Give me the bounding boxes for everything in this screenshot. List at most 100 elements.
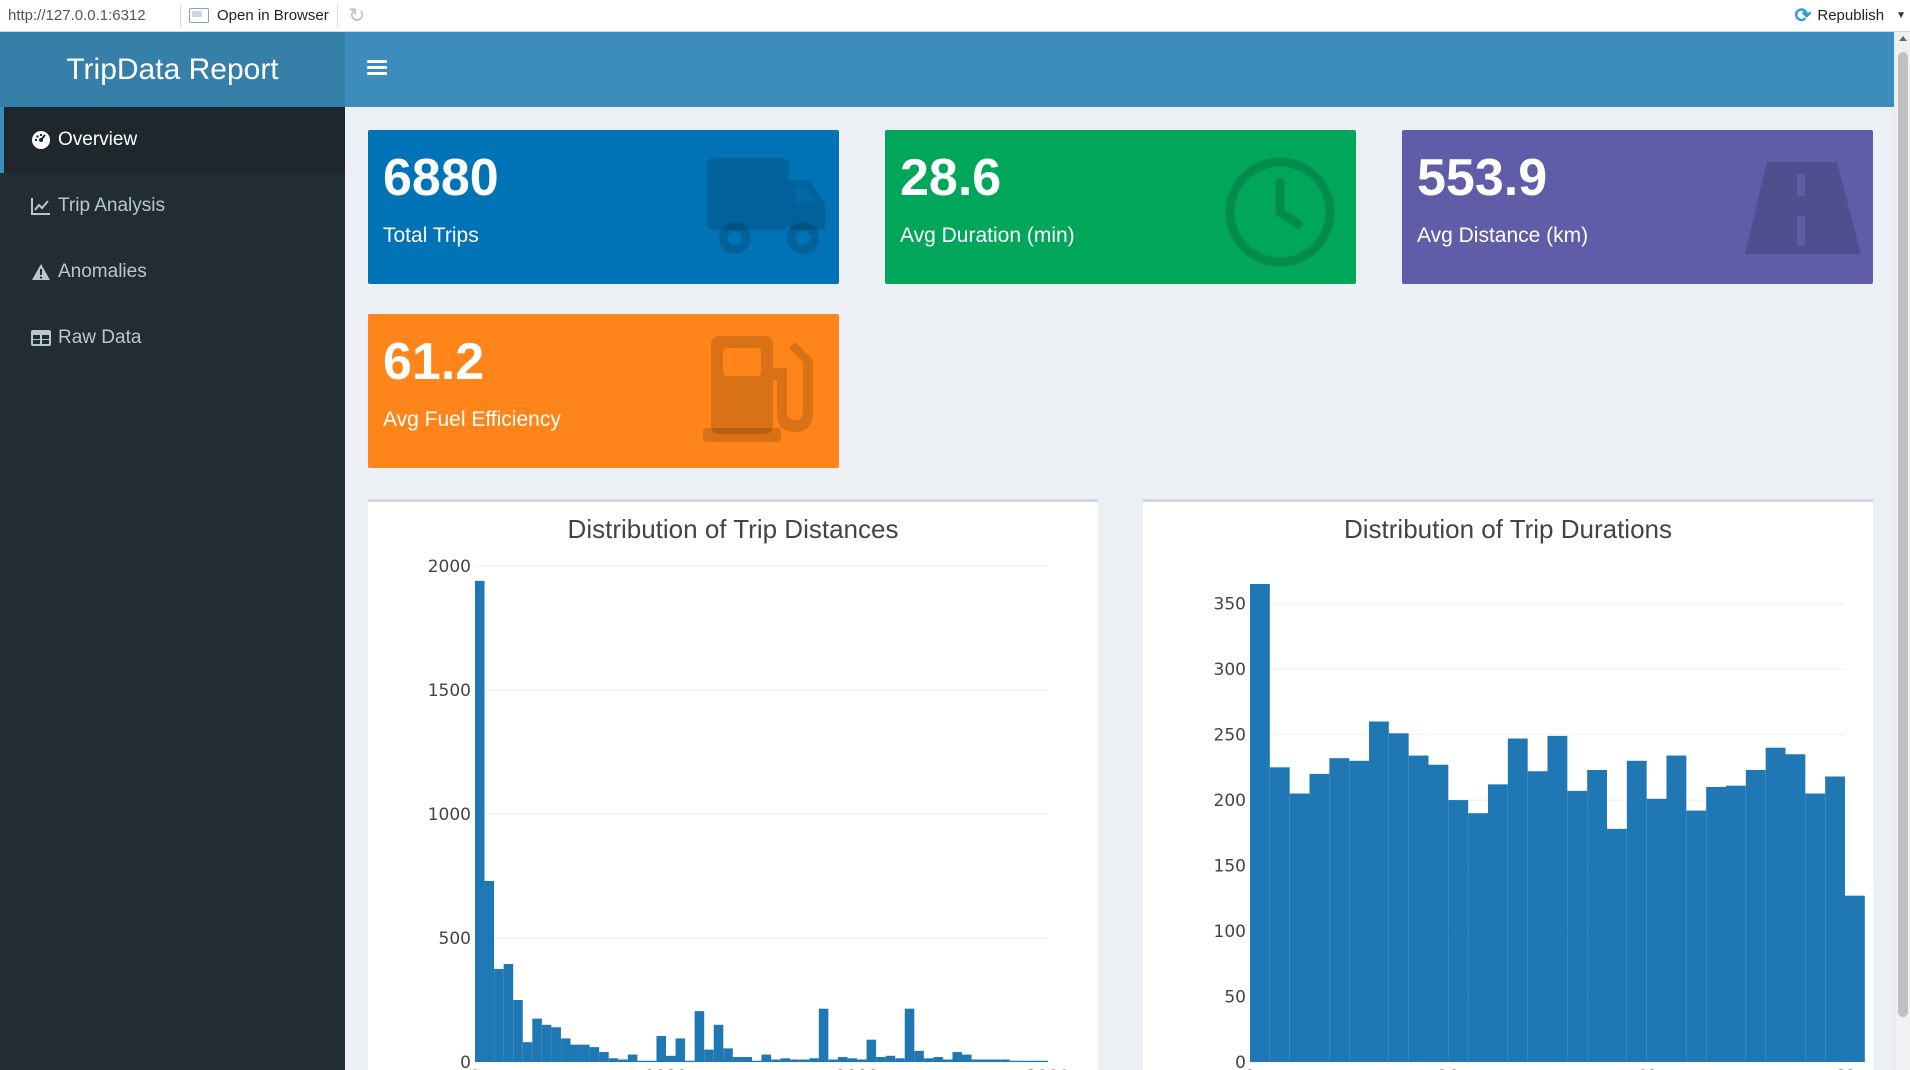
histogram-bar[interactable]: [1488, 784, 1508, 1062]
distance-histogram[interactable]: Distribution of Trip Distances0500100015…: [368, 502, 1098, 1070]
histogram-bar[interactable]: [494, 969, 504, 1062]
histogram-bar[interactable]: [990, 1059, 1001, 1062]
histogram-bar[interactable]: [1028, 1060, 1039, 1062]
histogram-bar[interactable]: [608, 1058, 619, 1062]
histogram-bar[interactable]: [761, 1054, 772, 1062]
histogram-bar[interactable]: [1388, 733, 1409, 1062]
histogram-bar[interactable]: [1706, 786, 1726, 1062]
histogram-bar[interactable]: [522, 1042, 533, 1062]
histogram-bar[interactable]: [723, 1048, 733, 1062]
histogram-bar[interactable]: [1269, 767, 1290, 1062]
histogram-bar[interactable]: [1726, 785, 1746, 1062]
scroll-thumb[interactable]: [1898, 52, 1908, 1017]
histogram-bar[interactable]: [904, 1008, 915, 1062]
histogram-bar[interactable]: [885, 1055, 896, 1062]
viewer-url[interactable]: http://127.0.0.1:6312: [0, 7, 172, 24]
histogram-bar[interactable]: [1408, 755, 1429, 1062]
histogram-bar[interactable]: [1349, 760, 1369, 1062]
histogram-bar[interactable]: [895, 1058, 905, 1062]
histogram-bar[interactable]: [971, 1059, 982, 1062]
histogram-bar[interactable]: [513, 1000, 523, 1062]
histogram-bar[interactable]: [1567, 790, 1588, 1062]
histogram-bar[interactable]: [475, 580, 485, 1062]
histogram-bar[interactable]: [1805, 793, 1826, 1062]
histogram-bar[interactable]: [551, 1027, 561, 1062]
histogram-bar[interactable]: [627, 1054, 638, 1062]
open-in-browser-button[interactable]: Open in Browser: [189, 7, 329, 24]
histogram-bar[interactable]: [1468, 813, 1488, 1062]
histogram-bar[interactable]: [1527, 771, 1548, 1062]
histogram-bar[interactable]: [923, 1058, 934, 1062]
histogram-bar[interactable]: [1607, 828, 1627, 1062]
histogram-bar[interactable]: [1587, 769, 1607, 1062]
histogram-bar[interactable]: [580, 1044, 590, 1062]
histogram-bar[interactable]: [914, 1050, 924, 1062]
histogram-bar[interactable]: [1845, 895, 1865, 1062]
histogram-bar[interactable]: [1309, 773, 1330, 1062]
histogram-bar[interactable]: [570, 1044, 581, 1062]
republish-button[interactable]: ⟳ Republish ▼: [1795, 3, 1910, 28]
sidebar-toggle-icon[interactable]: [367, 60, 387, 76]
histogram-bar[interactable]: [1000, 1059, 1010, 1062]
histogram-bar[interactable]: [704, 1049, 714, 1062]
histogram-bar[interactable]: [1825, 776, 1845, 1062]
histogram-bar[interactable]: [1289, 793, 1310, 1062]
histogram-bar[interactable]: [646, 1060, 657, 1062]
histogram-bar[interactable]: [942, 1059, 953, 1062]
scroll-up-icon[interactable]: [1899, 36, 1907, 41]
histogram-bar[interactable]: [560, 1038, 571, 1062]
histogram-bar[interactable]: [1329, 758, 1350, 1062]
histogram-bar[interactable]: [1009, 1060, 1020, 1062]
histogram-bar[interactable]: [847, 1058, 857, 1062]
histogram-bar[interactable]: [742, 1057, 752, 1062]
histogram-bar[interactable]: [809, 1058, 819, 1062]
histogram-bar[interactable]: [857, 1059, 867, 1062]
histogram-bar[interactable]: [1428, 764, 1449, 1062]
histogram-bar[interactable]: [732, 1057, 743, 1062]
histogram-bar[interactable]: [828, 1059, 838, 1062]
histogram-bar[interactable]: [1626, 760, 1647, 1062]
histogram-bar[interactable]: [1547, 735, 1568, 1062]
histogram-bar[interactable]: [1369, 721, 1389, 1062]
refresh-icon[interactable]: ↻: [346, 5, 368, 27]
histogram-bar[interactable]: [1038, 1060, 1048, 1062]
sidebar-item-trip-analysis[interactable]: Trip Analysis: [0, 173, 345, 239]
histogram-bar[interactable]: [876, 1057, 886, 1062]
histogram-bar[interactable]: [1507, 738, 1528, 1062]
histogram-bar[interactable]: [1666, 755, 1687, 1062]
dropdown-caret-icon[interactable]: ▼: [1896, 10, 1906, 21]
histogram-bar[interactable]: [484, 880, 495, 1062]
histogram-bar[interactable]: [637, 1060, 647, 1062]
histogram-bar[interactable]: [532, 1018, 542, 1062]
sidebar-item-raw-data[interactable]: Raw Data: [0, 305, 345, 371]
histogram-bar[interactable]: [541, 1024, 552, 1062]
histogram-bar[interactable]: [790, 1059, 800, 1062]
histogram-bar[interactable]: [771, 1059, 781, 1062]
histogram-bar[interactable]: [1785, 754, 1806, 1062]
histogram-bar[interactable]: [694, 1011, 705, 1062]
scrollbar[interactable]: [1894, 32, 1910, 1070]
histogram-bar[interactable]: [599, 1052, 609, 1062]
histogram-bar[interactable]: [1765, 747, 1786, 1062]
histogram-bar[interactable]: [713, 1024, 724, 1062]
histogram-bar[interactable]: [962, 1054, 972, 1062]
duration-histogram[interactable]: Distribution of Trip Durations0501001502…: [1143, 502, 1873, 1070]
histogram-bar[interactable]: [818, 1008, 829, 1062]
histogram-bar[interactable]: [866, 1039, 877, 1062]
histogram-bar[interactable]: [1745, 769, 1766, 1062]
histogram-bar[interactable]: [685, 1060, 695, 1062]
histogram-bar[interactable]: [981, 1059, 991, 1062]
histogram-bar[interactable]: [837, 1057, 848, 1062]
sidebar-item-anomalies[interactable]: Anomalies: [0, 239, 345, 305]
histogram-bar[interactable]: [952, 1052, 963, 1062]
sidebar-item-overview[interactable]: Overview: [0, 107, 345, 173]
histogram-bar[interactable]: [1448, 800, 1469, 1062]
histogram-bar[interactable]: [1250, 584, 1270, 1062]
histogram-bar[interactable]: [933, 1057, 943, 1062]
histogram-bar[interactable]: [751, 1060, 762, 1062]
histogram-bar[interactable]: [503, 964, 514, 1062]
histogram-bar[interactable]: [799, 1059, 810, 1062]
histogram-bar[interactable]: [1646, 798, 1667, 1062]
histogram-bar[interactable]: [618, 1059, 628, 1062]
histogram-bar[interactable]: [656, 1035, 666, 1062]
